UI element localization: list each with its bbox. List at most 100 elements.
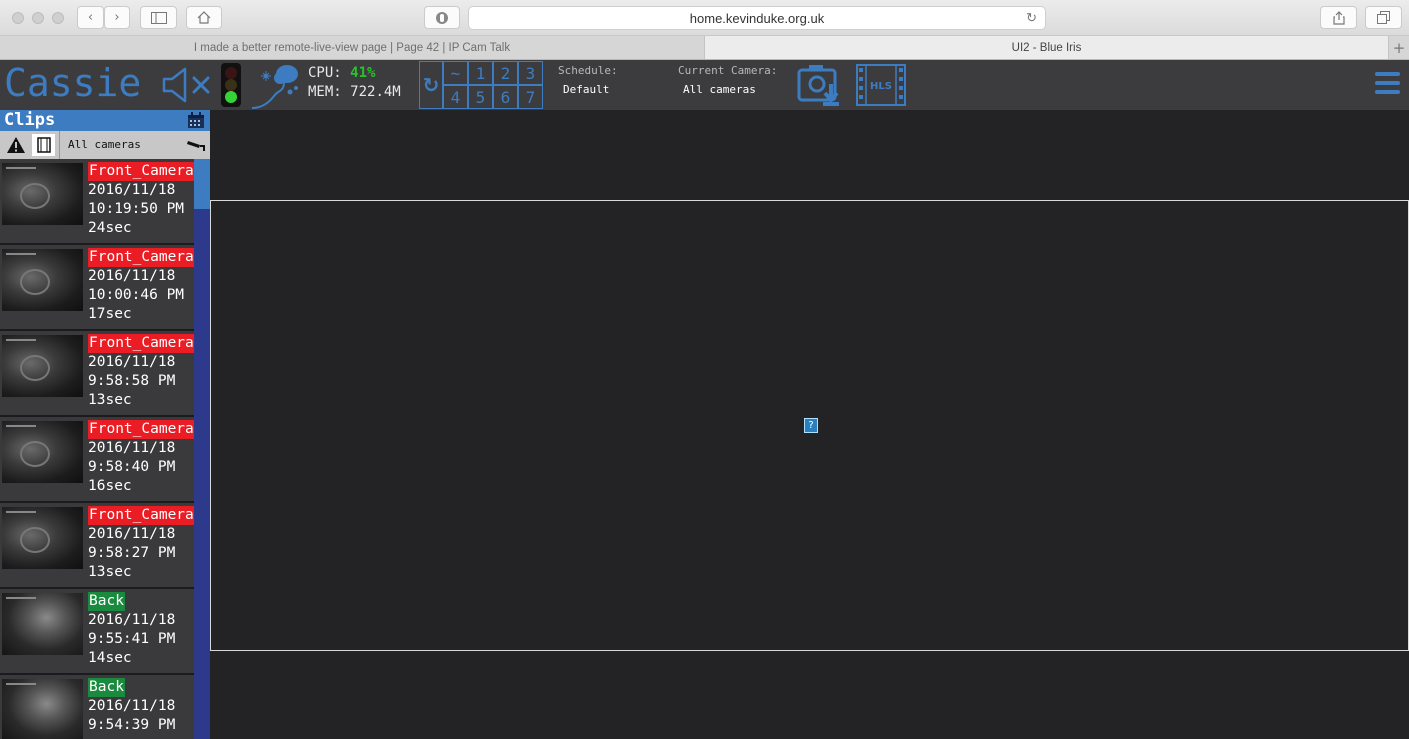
alerts-filter-button[interactable] xyxy=(4,134,27,156)
group-button-6[interactable]: 6 xyxy=(493,85,518,109)
tab-title: UI2 - Blue Iris xyxy=(1011,41,1082,54)
sidebar-toggle-button[interactable] xyxy=(140,6,177,29)
clip-camera-name: Front_Camera xyxy=(88,162,195,181)
clips-filter-bar: All cameras xyxy=(0,131,210,159)
clip-date: 2016/11/18 xyxy=(88,526,176,542)
clip-list: Front_Camera 2016/11/18 10:19:50 PM 24se… xyxy=(0,159,195,739)
clip-thumbnail xyxy=(2,507,83,569)
group-button-1[interactable]: 1 xyxy=(468,61,493,85)
clip-duration: 14sec xyxy=(88,650,132,666)
schedule-label: Schedule: xyxy=(558,64,618,77)
minimize-window-button[interactable] xyxy=(32,12,44,24)
cpu-value: 41% xyxy=(350,65,376,81)
cpu-label: CPU: xyxy=(308,65,342,81)
close-window-button[interactable] xyxy=(12,12,24,24)
clip-date: 2016/11/18 xyxy=(88,268,176,284)
zoom-window-button[interactable] xyxy=(52,12,64,24)
forward-button[interactable]: › xyxy=(104,6,130,29)
film-icon xyxy=(36,137,51,153)
broken-image-icon: ? xyxy=(804,418,818,433)
clip-camera-name: Front_Camera xyxy=(88,420,195,439)
tabs-icon xyxy=(1377,11,1390,24)
clip-duration: 13sec xyxy=(88,392,132,408)
refresh-icon: ↻ xyxy=(422,73,440,97)
tab-ipcamtalk[interactable]: I made a better remote-live-view page | … xyxy=(0,36,705,59)
clip-list-item[interactable]: Front_Camera 2016/11/18 10:19:50 PM 24se… xyxy=(0,159,195,245)
tab-blue-iris[interactable]: UI2 - Blue Iris xyxy=(705,36,1389,59)
group-button-5[interactable]: 5 xyxy=(468,85,493,109)
clips-filter-button[interactable] xyxy=(32,134,55,156)
clip-date: 2016/11/18 xyxy=(88,612,176,628)
group-button-all[interactable]: ~ xyxy=(443,61,468,85)
clip-time: 9:58:58 PM xyxy=(88,373,176,389)
scrollbar-thumb[interactable] xyxy=(194,159,210,209)
current-camera-value[interactable]: All cameras xyxy=(683,83,756,96)
calendar-icon[interactable] xyxy=(187,112,205,129)
clip-camera-name: Back xyxy=(88,592,125,611)
group-button-4[interactable]: 4 xyxy=(443,85,468,109)
group-button-7[interactable]: 7 xyxy=(518,85,543,109)
clip-date: 2016/11/18 xyxy=(88,182,176,198)
clip-list-item[interactable]: Front_Camera 2016/11/18 10:00:46 PM 17se… xyxy=(0,245,195,331)
weather-icon[interactable] xyxy=(250,62,302,110)
sidebar-icon xyxy=(150,11,167,24)
security-camera-icon[interactable] xyxy=(186,138,206,152)
clip-camera-name: Front_Camera xyxy=(88,506,195,525)
clip-duration: 24sec xyxy=(88,220,132,236)
tab-title: I made a better remote-live-view page | … xyxy=(193,41,511,54)
clip-thumbnail xyxy=(2,593,83,655)
chevron-right-icon: › xyxy=(114,10,120,25)
chevron-left-icon: ‹ xyxy=(87,10,94,25)
clip-camera-name: Back xyxy=(88,678,125,697)
clip-list-item[interactable]: Front_Camera 2016/11/18 9:58:40 PM 16sec xyxy=(0,417,195,503)
clip-thumbnail xyxy=(2,679,83,739)
clip-date: 2016/11/18 xyxy=(88,440,176,456)
clip-camera-name: Front_Camera xyxy=(88,248,195,267)
home-button[interactable] xyxy=(186,6,222,29)
reload-icon[interactable]: ↻ xyxy=(1026,10,1037,26)
speaker-muted-icon[interactable] xyxy=(160,66,212,104)
filter-divider xyxy=(59,131,60,159)
video-player-frame[interactable]: ? xyxy=(210,200,1409,651)
video-area: ? xyxy=(210,110,1409,739)
privacy-button[interactable] xyxy=(424,6,460,29)
clips-title: Clips xyxy=(4,110,56,130)
clip-thumbnail xyxy=(2,249,83,311)
clip-list-item[interactable]: Front_Camera 2016/11/18 9:58:27 PM 13sec xyxy=(0,503,195,589)
clip-list-item[interactable]: Back 2016/11/18 9:54:39 PM xyxy=(0,675,194,739)
shield-icon xyxy=(436,11,448,24)
address-bar[interactable]: home.kevinduke.org.uk ↻ xyxy=(468,6,1046,30)
clips-sidebar: Clips All cameras Front_Camera 2016/11/1… xyxy=(0,110,210,739)
clip-thumbnail xyxy=(2,335,83,397)
clip-camera-name: Front_Camera xyxy=(88,334,195,353)
home-icon xyxy=(197,11,211,24)
mem-label: MEM: xyxy=(308,84,342,100)
share-icon xyxy=(1332,10,1345,25)
group-button-3[interactable]: 3 xyxy=(518,61,543,85)
share-button[interactable] xyxy=(1320,6,1357,29)
group-button-2[interactable]: 2 xyxy=(493,61,518,85)
clip-duration: 13sec xyxy=(88,564,132,580)
back-button[interactable]: ‹ xyxy=(77,6,104,29)
clip-list-item[interactable]: Back 2016/11/18 9:55:41 PM 14sec xyxy=(0,589,194,675)
app-header: Cassie CPU: 41% MEM: 722.4M ↻ ~ 1 2 3 4 … xyxy=(0,60,1409,110)
new-tab-button[interactable]: + xyxy=(1389,36,1409,59)
plus-icon: + xyxy=(1392,38,1406,57)
clip-thumbnail xyxy=(2,163,83,225)
tab-overview-button[interactable] xyxy=(1365,6,1402,29)
clip-list-item[interactable]: Front_Camera 2016/11/18 9:58:58 PM 13sec xyxy=(0,331,195,417)
clip-time: 10:19:50 PM xyxy=(88,201,185,217)
clip-time: 9:58:40 PM xyxy=(88,459,176,475)
camera-download-icon[interactable] xyxy=(797,62,845,108)
camera-group-grid: ~ 1 2 3 4 5 6 7 xyxy=(443,61,543,109)
hamburger-menu-icon[interactable] xyxy=(1375,72,1400,99)
refresh-button[interactable]: ↻ xyxy=(419,61,443,109)
current-camera-label: Current Camera: xyxy=(678,64,778,77)
camera-filter-label[interactable]: All cameras xyxy=(68,138,141,151)
schedule-value[interactable]: Default xyxy=(563,83,609,96)
clip-thumbnail xyxy=(2,421,83,483)
mem-value: 722.4M xyxy=(350,84,401,100)
browser-toolbar: ‹ › home.kevinduke.org.uk ↻ xyxy=(0,0,1409,36)
clip-list-scrollbar[interactable] xyxy=(194,159,210,739)
hls-stream-icon[interactable]: HLS xyxy=(856,64,906,106)
